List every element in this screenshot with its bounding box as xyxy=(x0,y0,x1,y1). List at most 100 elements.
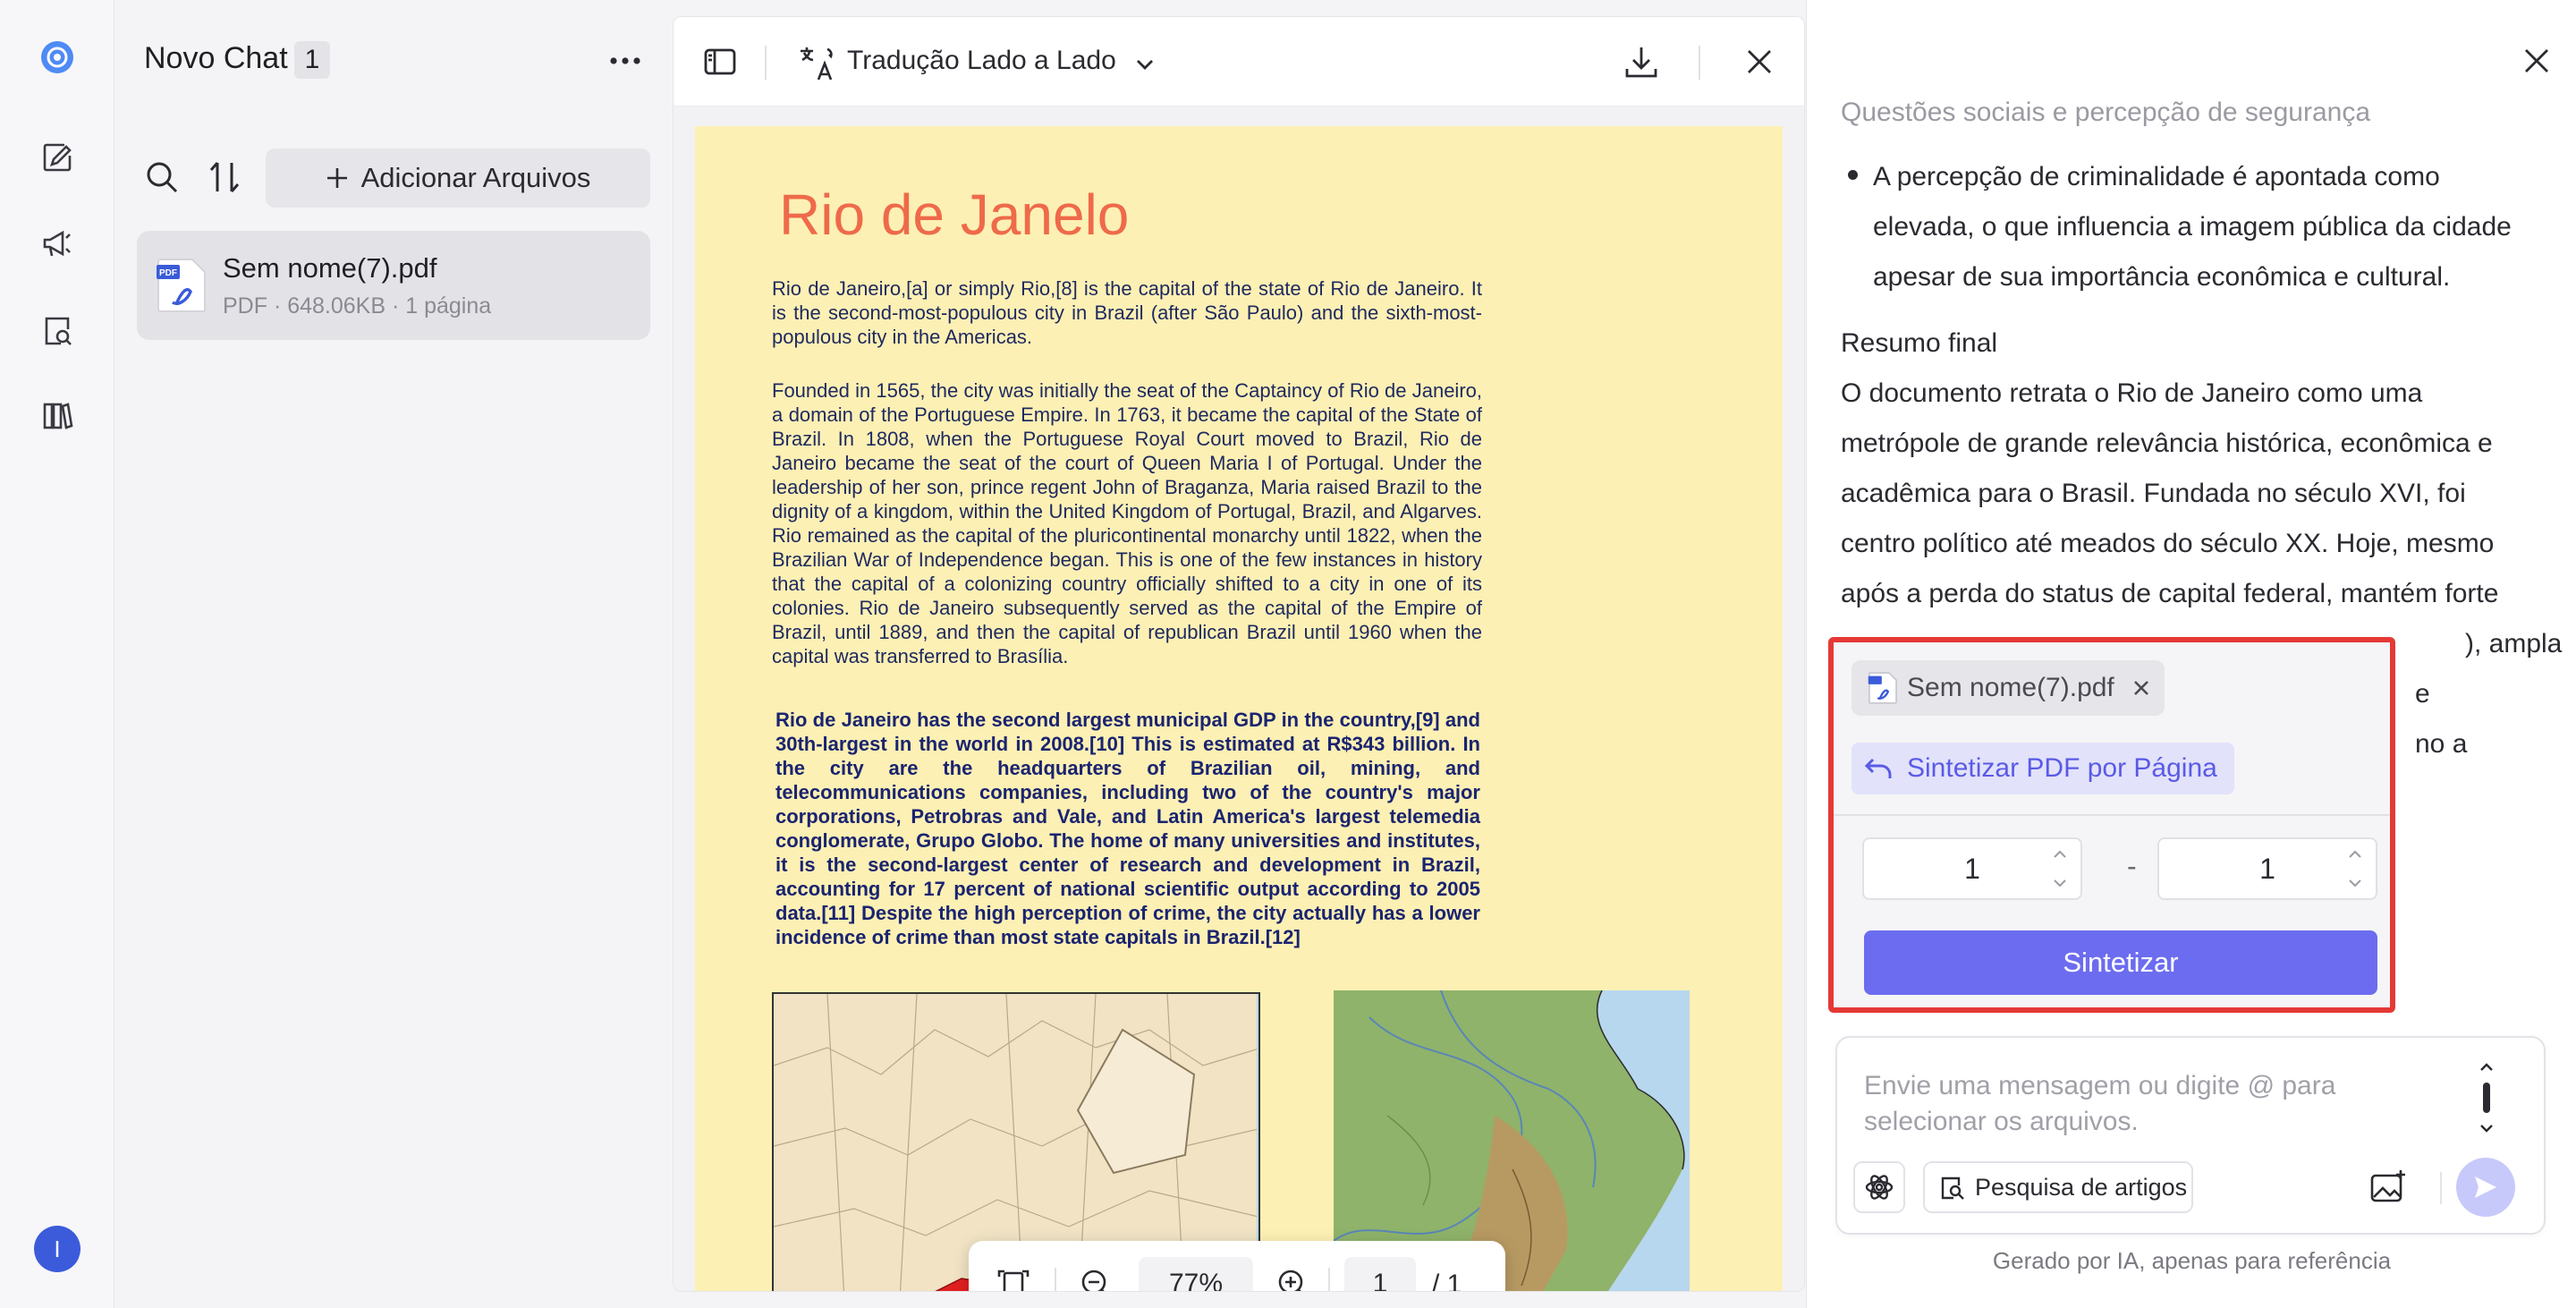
zoom-divider xyxy=(1328,1268,1330,1291)
attached-file-chip[interactable]: Sem nome(7).pdf xyxy=(1852,660,2165,716)
close-icon xyxy=(1748,50,1771,73)
translate-icon[interactable] xyxy=(797,44,836,83)
chevron-down-icon[interactable] xyxy=(1131,51,1158,78)
summary-fragment: no a xyxy=(2415,729,2468,759)
pdf-viewer: Tradução Lado a Lado Rio de Janelo Rio d… xyxy=(673,16,1805,1292)
agent-mode-button[interactable] xyxy=(1853,1161,1905,1213)
popup-divider xyxy=(1834,814,2390,816)
spin-up-icon xyxy=(2349,850,2361,858)
pdf-paragraph: Founded in 1565, the city was initially … xyxy=(772,379,1482,667)
pdf-canvas[interactable]: Rio de Janelo Rio de Janeiro,[a] or simp… xyxy=(674,106,1804,1292)
sort-files-button[interactable] xyxy=(205,157,244,197)
zoom-out-icon xyxy=(1081,1270,1106,1291)
download-icon xyxy=(1625,47,1657,78)
sort-icon xyxy=(209,162,240,192)
viewer-toolbar: Tradução Lado a Lado xyxy=(674,17,1804,106)
files-panel: Novo Chat 1 Adicionar Arquivos PDF Sem n… xyxy=(115,0,672,1308)
zoom-in-icon xyxy=(1278,1270,1303,1291)
pdf-paragraph: Rio de Janeiro,[a] or simply Rio,[8] is … xyxy=(772,277,1482,348)
nav-rail: I xyxy=(0,0,114,1308)
ai-disclaimer: Gerado por IA, apenas para referência xyxy=(1992,1247,2392,1274)
edit-icon[interactable] xyxy=(36,136,79,179)
plus-icon xyxy=(326,168,347,188)
range-separator: - xyxy=(2127,850,2137,882)
summary-fragment: e xyxy=(2415,679,2430,709)
add-files-button[interactable]: Adicionar Arquivos xyxy=(266,149,650,208)
message-input[interactable]: Envie uma mensagem ou digite @ para sele… xyxy=(1864,1068,2436,1140)
download-button[interactable] xyxy=(1622,42,1661,81)
library-icon[interactable] xyxy=(36,394,79,437)
file-meta: PDF · 648.06KB · 1 página xyxy=(223,293,492,319)
section-heading: Questões sociais e percepção de seguranç… xyxy=(1841,98,2371,127)
file-list-item[interactable]: PDF xyxy=(137,231,650,340)
pdf-page: Rio de Janelo Rio de Janeiro,[a] or simp… xyxy=(695,126,1783,1291)
summary-fragment: ), ampla xyxy=(2465,629,2563,658)
summary-text: O documento retrata o Rio de Janeiro com… xyxy=(1841,378,2499,608)
app-logo-icon[interactable] xyxy=(36,36,79,79)
zoom-out-button[interactable] xyxy=(1076,1264,1115,1291)
page-range-to-value: 1 xyxy=(2259,852,2275,885)
translation-mode-label[interactable]: Tradução Lado a Lado xyxy=(847,46,1116,76)
more-icon xyxy=(610,57,640,64)
remove-attachment-icon[interactable] xyxy=(2131,677,2152,699)
page-range-from-input[interactable]: 1 xyxy=(1862,837,2082,900)
fit-page-icon xyxy=(997,1270,1030,1291)
add-files-label: Adicionar Arquivos xyxy=(360,162,591,193)
page-range-to-input[interactable]: 1 xyxy=(2157,837,2377,900)
scroll-arrows-icon xyxy=(2480,1063,2493,1133)
file-name[interactable]: Sem nome(7).pdf xyxy=(223,252,437,285)
summary-heading: Resumo final xyxy=(1841,328,1998,358)
chat-count-badge: 1 xyxy=(294,41,330,79)
pdf-file-icon xyxy=(1868,672,1897,704)
article-research-label: Pesquisa de artigos xyxy=(1975,1173,2188,1201)
spin-up-icon xyxy=(2054,850,2066,858)
composer-divider xyxy=(2440,1172,2442,1204)
zoom-in-button[interactable] xyxy=(1273,1264,1312,1291)
toggle-sidebar-button[interactable] xyxy=(700,42,740,81)
synthesize-by-page-label: Sintetizar PDF por Página xyxy=(1907,753,2217,783)
synthesize-popup: Sem nome(7).pdf Sintetizar PDF por Págin… xyxy=(1828,637,2395,1013)
pdf-title: Rio de Janelo xyxy=(779,183,1130,247)
spin-down-icon xyxy=(2054,879,2066,888)
close-chat-button[interactable] xyxy=(2517,41,2556,81)
synthesize-by-page-chip[interactable]: Sintetizar PDF por Página xyxy=(1852,743,2234,794)
attached-file-name: Sem nome(7).pdf xyxy=(1907,673,2114,702)
sidebar-icon xyxy=(704,48,736,75)
chat-title: Novo Chat xyxy=(144,41,288,75)
composer-scrollbar[interactable] xyxy=(2476,1061,2497,1134)
spin-down-icon xyxy=(2349,879,2361,888)
megaphone-icon[interactable] xyxy=(36,222,79,265)
bullet-text: A percepção de criminalidade é apontada … xyxy=(1873,162,2512,292)
toolbar-divider xyxy=(1699,46,1700,80)
pdf-badge-text: PDF xyxy=(159,268,177,278)
fit-page-button[interactable] xyxy=(994,1264,1033,1291)
image-upload-button[interactable] xyxy=(2365,1165,2411,1211)
page-number-input[interactable]: 1 xyxy=(1344,1257,1416,1291)
atom-icon xyxy=(1865,1175,1894,1200)
pdf-file-icon: PDF xyxy=(157,258,207,313)
close-viewer-button[interactable] xyxy=(1740,42,1779,81)
search-files-button[interactable] xyxy=(142,157,182,197)
more-options-button[interactable] xyxy=(606,43,645,79)
zoom-toolbar: 77% 1 / 1 xyxy=(969,1241,1505,1292)
message-composer: Envie uma mensagem ou digite @ para sele… xyxy=(1835,1036,2546,1235)
chat-panel: Questões sociais e percepção de seguranç… xyxy=(1806,0,2576,1308)
send-icon xyxy=(2475,1176,2496,1198)
bullet-point xyxy=(1848,170,1858,180)
zoom-level[interactable]: 77% xyxy=(1139,1257,1253,1291)
reply-arrow-icon xyxy=(1864,758,1892,778)
page-total: / 1 xyxy=(1432,1270,1462,1292)
research-search-icon xyxy=(1941,1176,1964,1200)
image-icon xyxy=(2370,1170,2405,1202)
avatar[interactable]: I xyxy=(34,1226,80,1272)
pdf-paragraph: Rio de Janeiro has the second largest mu… xyxy=(775,709,1480,948)
zoom-divider xyxy=(1055,1268,1056,1291)
search-icon xyxy=(147,162,178,193)
toolbar-divider xyxy=(765,46,767,80)
close-icon xyxy=(2525,49,2548,72)
send-button[interactable] xyxy=(2456,1158,2515,1217)
page-range-from-value: 1 xyxy=(1964,852,1980,885)
synthesize-button[interactable]: Sintetizar xyxy=(1864,930,2377,995)
article-research-button[interactable]: Pesquisa de artigos xyxy=(1923,1161,2193,1213)
search-document-icon[interactable] xyxy=(36,310,79,352)
